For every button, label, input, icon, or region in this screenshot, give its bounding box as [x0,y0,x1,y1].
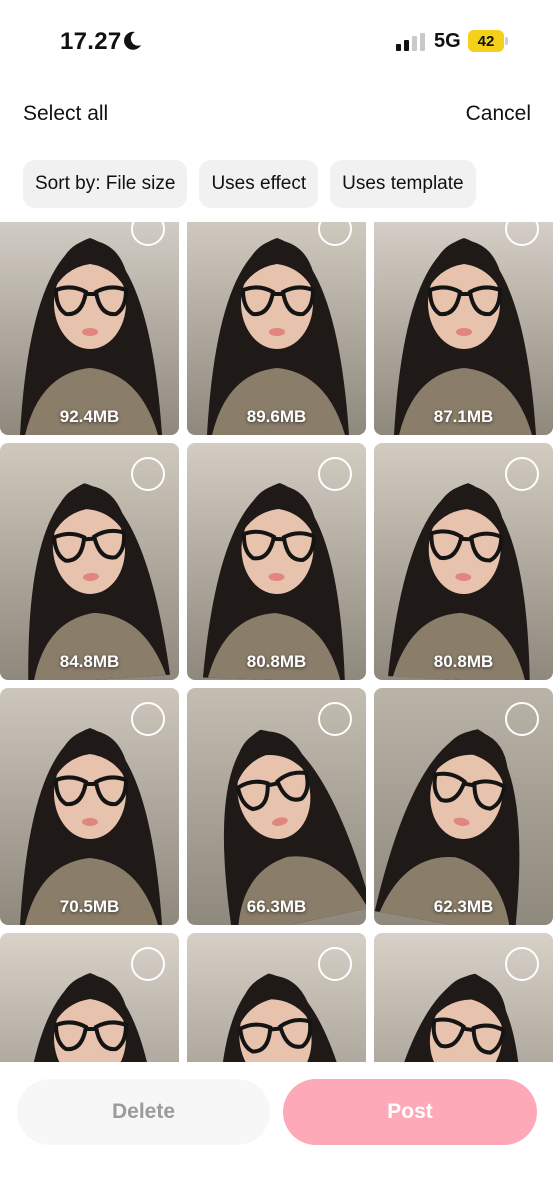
battery-icon: 42 [468,30,508,52]
file-size-label: 92.4MB [59,407,120,426]
video-thumbnail[interactable]: 89.6MB [187,222,366,435]
select-circle-icon[interactable] [505,947,539,981]
uses-effect-chip[interactable]: Uses effect [199,160,319,208]
select-circle-icon[interactable] [318,457,352,491]
delete-button[interactable]: Delete [17,1079,270,1145]
video-preview-image [374,222,553,435]
file-size-label: 70.5MB [59,897,120,916]
select-circle-icon[interactable] [505,457,539,491]
battery-tip [505,37,508,45]
bottom-action-bar: Delete Post [0,1062,554,1200]
status-bar: 17.27 5G 42 [0,0,554,84]
select-all-button[interactable]: Select all [23,102,108,126]
video-grid: 92.4MB 89.6MB 87.1MB 84.8MB 80.8MB 80.8MB 70.5… [0,222,554,1062]
video-preview-image [0,222,179,435]
file-size-label: 80.8MB [246,652,307,671]
video-thumbnail[interactable]: 80.8MB [187,443,366,680]
file-size-label: 87.1MB [433,407,494,426]
video-thumbnail[interactable]: 66.3MB [187,688,366,925]
file-size-label: 62.3MB [433,897,494,916]
video-thumbnail[interactable]: 80.8MB [374,443,553,680]
select-circle-icon[interactable] [131,702,165,736]
video-thumbnail[interactable] [0,933,179,1062]
cellular-signal-icon [396,33,425,51]
post-button[interactable]: Post [283,1079,537,1145]
video-thumbnail[interactable]: 84.8MB [0,443,179,680]
select-circle-icon[interactable] [318,947,352,981]
cancel-button[interactable]: Cancel [466,102,531,126]
file-size-label: 80.8MB [433,652,494,671]
video-thumbnail[interactable]: 70.5MB [0,688,179,925]
do-not-disturb-moon-icon [124,31,141,50]
select-circle-icon[interactable] [131,457,165,491]
file-size-label: 84.8MB [59,652,120,671]
select-circle-icon[interactable] [131,947,165,981]
selection-header: Select all Cancel [0,96,554,136]
battery-level: 42 [468,30,504,52]
file-size-label: 66.3MB [246,897,307,916]
video-thumbnail[interactable]: 92.4MB [0,222,179,435]
video-thumbnail[interactable]: 87.1MB [374,222,553,435]
video-thumbnail[interactable]: 62.3MB [374,688,553,925]
select-circle-icon[interactable] [505,702,539,736]
file-size-label: 89.6MB [246,407,307,426]
video-thumbnail[interactable] [187,933,366,1062]
video-preview-image [187,222,366,435]
network-type: 5G [434,30,461,52]
clock: 17.27 [60,28,122,55]
select-circle-icon[interactable] [318,702,352,736]
video-thumbnail[interactable] [374,933,553,1062]
uses-template-chip[interactable]: Uses template [330,160,476,208]
filter-chips: Sort by: File size Uses effect Uses temp… [23,160,476,210]
sort-by-file-size-chip[interactable]: Sort by: File size [23,160,188,208]
